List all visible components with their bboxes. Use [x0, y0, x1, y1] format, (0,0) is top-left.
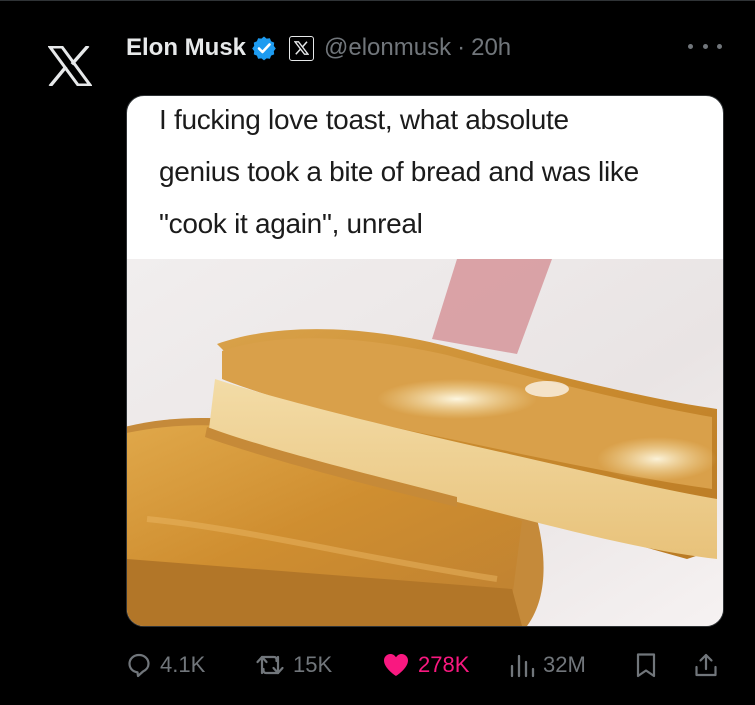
meme-caption: I fucking love toast, what absolute geni… — [159, 96, 719, 250]
meme-caption-line: "cook it again", unreal — [159, 208, 423, 239]
post-media[interactable]: I fucking love toast, what absolute geni… — [126, 95, 724, 627]
more-icon[interactable] — [688, 38, 722, 54]
share-icon — [695, 653, 717, 677]
share-button[interactable] — [693, 640, 719, 690]
repost-count: 15K — [293, 652, 333, 677]
x-affiliate-icon[interactable] — [289, 35, 315, 61]
reply-icon — [128, 653, 150, 678]
verified-badge-icon[interactable] — [251, 35, 277, 61]
meme-caption-line: I fucking love toast, what absolute — [159, 104, 569, 135]
top-divider — [0, 0, 755, 4]
repost-icon — [256, 655, 284, 675]
x-logo-icon[interactable] — [47, 44, 93, 88]
user-handle[interactable]: @elonmusk — [324, 34, 451, 62]
header-separator: · — [457, 34, 466, 61]
action-bar: 4.1K 15K 278K 32M — [0, 640, 755, 690]
display-name[interactable]: Elon Musk — [126, 34, 246, 62]
post-header: Elon Musk @elonmusk · 20h — [126, 28, 511, 68]
like-icon — [384, 654, 408, 676]
reply-button[interactable]: 4.1K — [126, 640, 205, 690]
views-count: 32M — [543, 652, 586, 677]
reply-count: 4.1K — [160, 652, 206, 677]
toast-photo — [127, 259, 723, 626]
meme-caption-line: genius took a bite of bread and was like — [159, 156, 639, 187]
like-button[interactable]: 278K — [382, 640, 469, 690]
bookmark-button[interactable] — [634, 640, 658, 690]
views-icon — [510, 654, 535, 678]
like-count: 278K — [418, 652, 470, 677]
bookmark-icon — [636, 653, 656, 678]
views-button[interactable]: 32M — [509, 640, 586, 690]
post-timestamp[interactable]: 20h — [471, 34, 511, 62]
repost-button[interactable]: 15K — [255, 640, 332, 690]
